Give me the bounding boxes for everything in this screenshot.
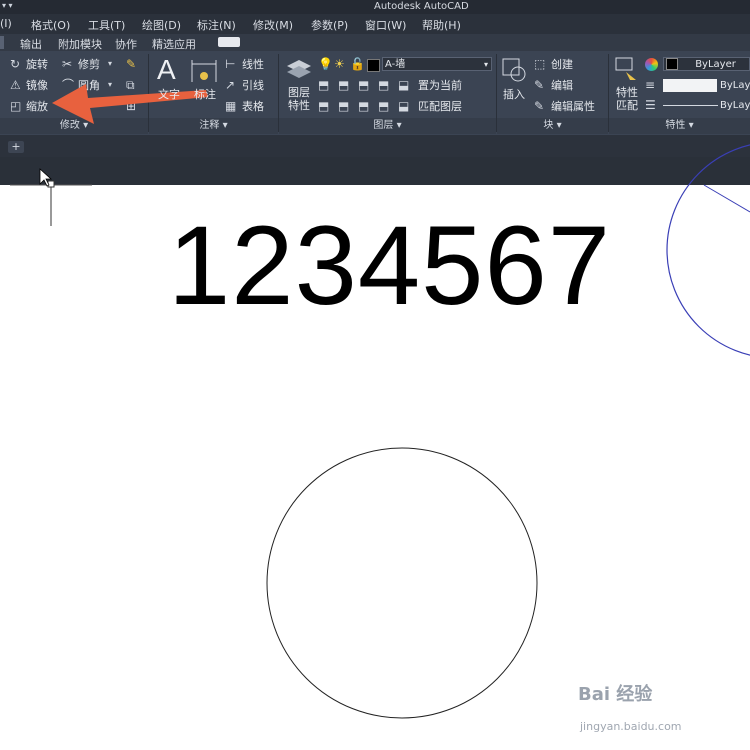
drawing-geometry bbox=[10, 144, 750, 719]
watermark-logo: Bai 经验 bbox=[578, 684, 653, 705]
watermark-url: jingyan.baidu.com bbox=[580, 720, 682, 733]
drawing-text-number[interactable]: 1234567 bbox=[168, 206, 611, 326]
